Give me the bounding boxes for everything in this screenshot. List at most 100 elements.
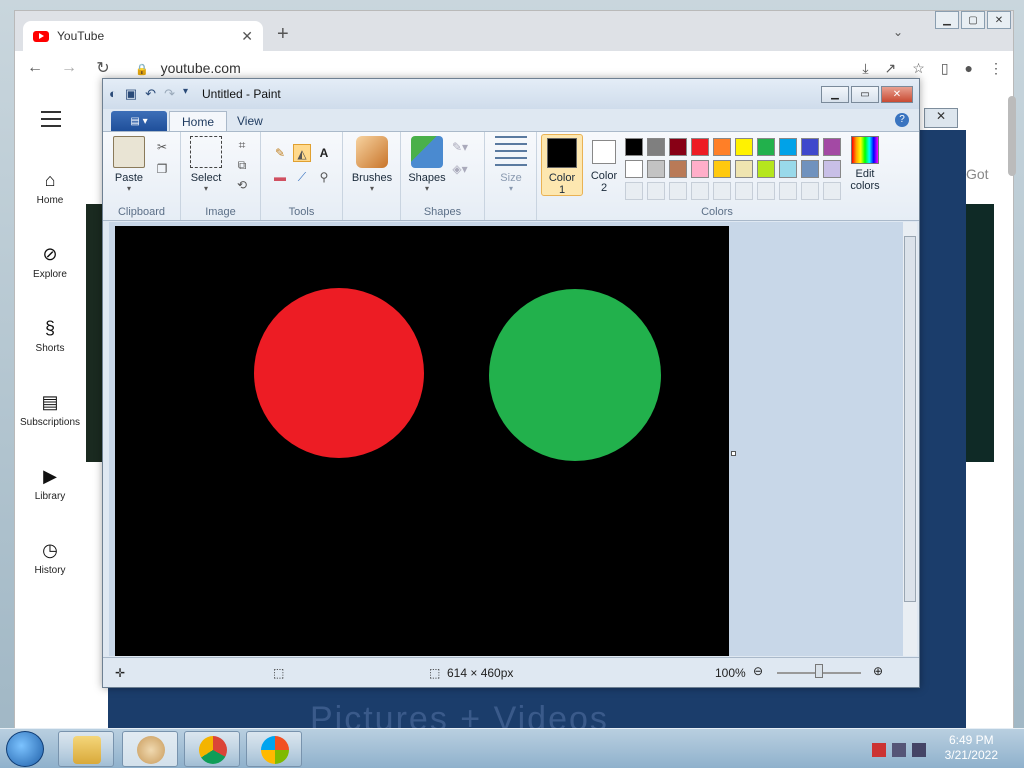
palette-swatch[interactable] — [669, 160, 687, 178]
sidebar-item-subscriptions[interactable]: ▤ Subscriptions — [14, 392, 86, 428]
palette-custom-slot[interactable] — [691, 182, 709, 200]
undo-icon[interactable]: ↶ — [145, 86, 156, 102]
sidebar-item-shorts[interactable]: § Shorts — [14, 318, 86, 354]
save-icon[interactable]: ▣ — [125, 86, 137, 102]
palette-custom-slot[interactable] — [779, 182, 797, 200]
palette-swatch[interactable] — [713, 138, 731, 156]
canvas-resize-handle[interactable] — [731, 451, 736, 456]
back-icon[interactable]: ← — [25, 59, 45, 77]
palette-custom-slot[interactable] — [823, 182, 841, 200]
rotate-icon[interactable]: ⟲ — [233, 176, 251, 194]
crop-icon[interactable]: ⌗ — [233, 136, 251, 154]
pencil-icon[interactable]: ✎ — [271, 144, 289, 162]
palette-custom-slot[interactable] — [801, 182, 819, 200]
got-it-button[interactable]: Got — [966, 166, 989, 182]
zoom-out-icon[interactable]: ⊖ — [753, 664, 763, 678]
palette-swatch[interactable] — [735, 160, 753, 178]
palette-swatch[interactable] — [625, 138, 643, 156]
page-scrollbar[interactable] — [1008, 96, 1016, 176]
sidebar-item-explore[interactable]: ⊘ Explore — [14, 244, 86, 280]
redo-icon[interactable]: ↷ — [164, 86, 175, 102]
paste-button[interactable]: Paste ▾ — [113, 136, 145, 193]
palette-swatch[interactable] — [647, 160, 665, 178]
action-center-icon[interactable] — [872, 743, 886, 757]
palette-swatch[interactable] — [625, 160, 643, 178]
menu-kebab-icon[interactable]: ⋮ — [989, 60, 1003, 77]
sidebar-item-home[interactable]: ⌂ Home — [14, 170, 86, 206]
palette-custom-slot[interactable] — [647, 182, 665, 200]
palette-custom-slot[interactable] — [669, 182, 687, 200]
forward-icon[interactable]: → — [59, 59, 79, 77]
tab-youtube[interactable]: YouTube ✕ — [23, 21, 263, 51]
tab-close-icon[interactable]: ✕ — [241, 28, 253, 45]
close-button[interactable]: ✕ — [881, 85, 913, 103]
palette-custom-slot[interactable] — [735, 182, 753, 200]
reload-icon[interactable]: ↻ — [93, 58, 113, 78]
start-button[interactable] — [6, 731, 44, 767]
background-window-close-button[interactable]: ✕ — [924, 108, 958, 128]
palette-swatch[interactable] — [735, 138, 753, 156]
scrollbar-thumb[interactable] — [904, 236, 916, 602]
cut-icon[interactable]: ✂ — [153, 138, 171, 156]
maximize-button[interactable]: ▢ — [961, 11, 985, 29]
palette-swatch[interactable] — [691, 138, 709, 156]
brushes-button[interactable]: Brushes ▾ — [349, 136, 395, 193]
sidepanel-icon[interactable]: ▯ — [941, 60, 949, 77]
palette-swatch[interactable] — [823, 160, 841, 178]
tab-search-icon[interactable]: ⌄ — [893, 25, 903, 39]
palette-swatch[interactable] — [691, 160, 709, 178]
text-icon[interactable]: A — [315, 144, 333, 162]
bookmark-star-icon[interactable]: ☆ — [912, 60, 925, 77]
resize-icon[interactable]: ⧉ — [233, 156, 251, 174]
help-icon[interactable]: ? — [895, 113, 909, 127]
taskbar-paint[interactable] — [122, 731, 178, 767]
customize-qa-icon[interactable]: ▾ — [183, 86, 188, 102]
minimize-button[interactable]: ▁ — [935, 11, 959, 29]
palette-swatch[interactable] — [669, 138, 687, 156]
taskbar-explorer[interactable] — [58, 731, 114, 767]
palette-swatch[interactable] — [801, 160, 819, 178]
color-picker-icon[interactable]: ⟋ — [293, 168, 311, 186]
paint-app-icon[interactable]: ◐ — [109, 86, 117, 102]
palette-swatch[interactable] — [801, 138, 819, 156]
maximize-button[interactable]: ▭ — [851, 85, 879, 103]
profile-icon[interactable]: ● — [965, 60, 973, 77]
palette-swatch[interactable] — [823, 138, 841, 156]
palette-swatch[interactable] — [757, 160, 775, 178]
edit-colors-button[interactable]: Edit colors — [847, 136, 883, 192]
tab-home[interactable]: Home — [169, 111, 228, 132]
palette-custom-slot[interactable] — [625, 182, 643, 200]
zoom-in-icon[interactable]: ⊕ — [873, 664, 883, 678]
address-bar[interactable]: 🔒 youtube.com — [127, 60, 848, 76]
palette-swatch[interactable] — [647, 138, 665, 156]
eraser-icon[interactable]: ▬ — [271, 168, 289, 186]
drawing-canvas[interactable] — [115, 226, 729, 656]
palette-swatch[interactable] — [757, 138, 775, 156]
network-icon[interactable] — [892, 743, 906, 757]
install-icon[interactable]: ⤓ — [862, 60, 868, 77]
volume-icon[interactable] — [912, 743, 926, 757]
color1-button[interactable]: Color 1 — [541, 134, 583, 196]
color2-button[interactable]: Color 2 — [587, 134, 621, 194]
palette-custom-slot[interactable] — [713, 182, 731, 200]
minimize-button[interactable]: ▁ — [821, 85, 849, 103]
hamburger-menu-icon[interactable] — [41, 111, 61, 132]
tab-view[interactable]: View — [225, 111, 275, 132]
outline-icon[interactable]: ✎▾ — [451, 138, 469, 156]
sidebar-item-history[interactable]: ◷ History — [14, 540, 86, 576]
fill-icon[interactable]: ◭ — [293, 144, 311, 162]
palette-swatch[interactable] — [779, 160, 797, 178]
file-menu-button[interactable]: ▤ ▾ — [111, 111, 167, 131]
close-button[interactable]: ✕ — [987, 11, 1011, 29]
share-icon[interactable]: ↗ — [885, 60, 897, 77]
copy-icon[interactable]: ❐ — [153, 160, 171, 178]
shapes-button[interactable]: Shapes ▾ — [407, 136, 447, 193]
taskbar-windows-update[interactable] — [246, 731, 302, 767]
select-button[interactable]: Select ▾ — [189, 136, 223, 193]
palette-custom-slot[interactable] — [757, 182, 775, 200]
taskbar-chrome[interactable] — [184, 731, 240, 767]
sidebar-item-library[interactable]: ▶ Library — [14, 466, 86, 502]
clock[interactable]: 6:49 PM 3/21/2022 — [945, 733, 998, 763]
new-tab-button[interactable]: + — [277, 23, 289, 46]
palette-swatch[interactable] — [779, 138, 797, 156]
